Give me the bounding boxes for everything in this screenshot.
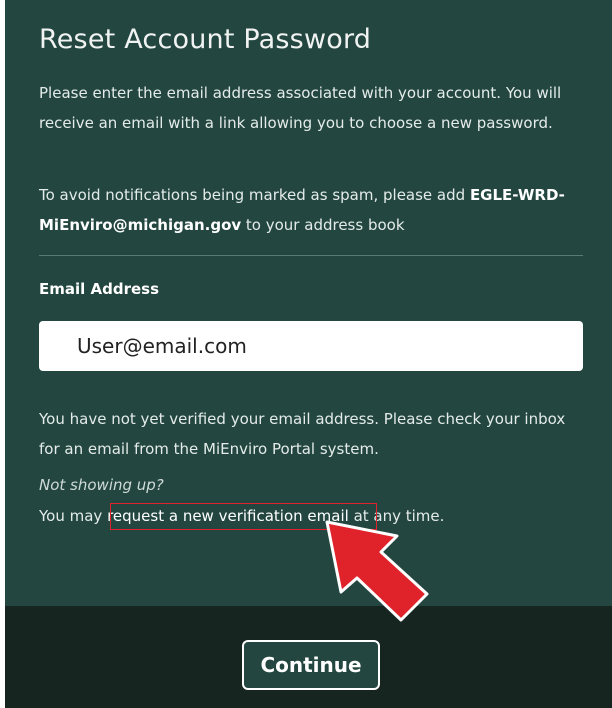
form-panel: Reset Account Password Please enter the … bbox=[5, 0, 612, 606]
verification-message: You have not yet verified your email add… bbox=[39, 410, 566, 458]
spam-notice: To avoid notifications being marked as s… bbox=[39, 180, 579, 240]
not-showing-text: Not showing up? bbox=[39, 476, 164, 494]
page-title: Reset Account Password bbox=[39, 24, 372, 55]
red-arrow-shape bbox=[325, 520, 429, 622]
intro-text: Please enter the email address associate… bbox=[39, 84, 562, 132]
spam-notice-prefix: To avoid notifications being marked as s… bbox=[39, 186, 470, 204]
request-prefix: You may bbox=[39, 507, 108, 525]
red-arrow-icon bbox=[325, 520, 429, 622]
footer-bar: Continue bbox=[5, 606, 612, 708]
divider bbox=[39, 255, 583, 256]
reset-password-panel: Reset Account Password Please enter the … bbox=[5, 0, 612, 708]
email-field[interactable] bbox=[39, 321, 583, 371]
spam-notice-suffix: to your address book bbox=[241, 216, 405, 234]
email-label: Email Address bbox=[39, 280, 160, 298]
